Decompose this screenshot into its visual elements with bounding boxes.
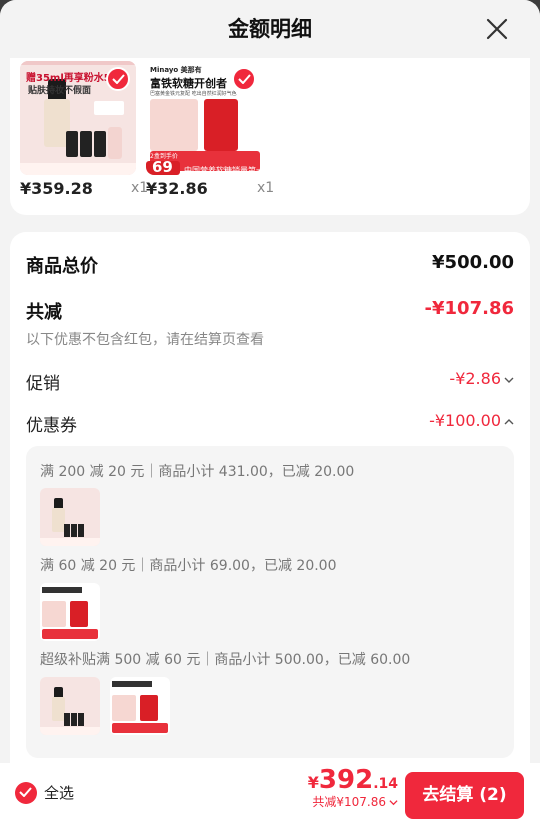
total-price-value: ¥500.00 — [432, 252, 514, 273]
gummy-thumbnail — [110, 677, 170, 735]
foundation-thumbnail — [40, 488, 100, 546]
product-item-minayo[interactable]: Minayo 美那有 富铁软糖开创者 巴塞黄金铁元复配 吃出自然红润好气色 2盒… — [146, 61, 274, 198]
checkout-total[interactable]: ¥392.14 共减¥107.86 — [308, 765, 398, 810]
total-decimal: .14 — [373, 776, 398, 792]
checkmark-icon — [112, 74, 125, 84]
product-checkbox[interactable] — [106, 67, 130, 91]
amount-detail-sheet: 金额明细 赠35ml再享粉水5 贴肤持妆不假面 ¥359.28 x1 Minay… — [0, 0, 540, 823]
select-all-checkbox[interactable] — [15, 782, 37, 804]
product-footer-text: 中国营养软糖销量第一 — [184, 166, 262, 175]
coupon-line: 满 200 减 20 元｜商品小计 431.00，已减 20.00 — [40, 464, 355, 480]
coupon-product-thumb-minayo — [110, 677, 170, 735]
gummy-thumbnail — [40, 583, 100, 641]
chevron-up-icon — [504, 418, 514, 424]
coupon-line: 超级补贴满 500 减 60 元｜商品小计 500.00，已减 60.00 — [40, 652, 411, 668]
sheet-title: 金额明细 — [228, 17, 312, 41]
promo-text-line2: 贴肤持妆不假面 — [28, 86, 92, 96]
total-integer: 392 — [318, 765, 374, 795]
reduce-value: -¥107.86 — [424, 298, 514, 319]
foundation-thumbnail — [40, 677, 100, 735]
product-checkbox[interactable] — [232, 67, 256, 91]
total-price-row: 商品总价 ¥500.00 — [26, 252, 514, 278]
product-headline: 富铁软糖开创者 — [150, 77, 227, 90]
checkout-button[interactable]: 去结算 (2) — [405, 772, 524, 819]
coupon-value: -¥100.00 — [429, 411, 501, 430]
coupon-detail-panel: 满 200 减 20 元｜商品小计 431.00，已减 20.00 满 60 减… — [26, 446, 514, 758]
currency-symbol: ¥ — [307, 773, 319, 792]
product-list-card: 赠35ml再享粉水5 贴肤持妆不假面 ¥359.28 x1 Minayo 美那有 — [10, 58, 530, 215]
checkmark-icon — [238, 74, 251, 84]
sheet-header: 金额明细 — [0, 0, 540, 58]
reduce-summary: 共减¥107.86 — [312, 795, 386, 809]
product-price: ¥32.86 — [146, 179, 208, 198]
discount-note: 以下优惠不包含红包，请在结算页查看 — [26, 332, 264, 348]
promo-row[interactable]: 促销 -¥2.86 — [26, 369, 514, 394]
product-image-lancome: 赠35ml再享粉水5 贴肤持妆不假面 — [20, 61, 136, 175]
promo-value: -¥2.86 — [449, 369, 501, 388]
brand-text: Minayo 美那有 — [150, 66, 202, 74]
product-qty: x1 — [257, 180, 275, 196]
coupon-label: 优惠券 — [26, 416, 77, 436]
price-breakdown-card: 商品总价 ¥500.00 共减 -¥107.86 以下优惠不包含红包，请在结算页… — [10, 232, 530, 792]
product-item-lancome[interactable]: 赠35ml再享粉水5 贴肤持妆不假面 ¥359.28 x1 — [20, 61, 148, 198]
coupon-row[interactable]: 优惠券 -¥100.00 — [26, 411, 514, 436]
reduce-label: 共减 — [26, 302, 62, 323]
product-image-minayo: Minayo 美那有 富铁软糖开创者 巴塞黄金铁元复配 吃出自然红润好气色 2盒… — [146, 61, 262, 175]
checkout-bar: 全选 ¥392.14 共减¥107.86 去结算 (2) — [0, 763, 540, 823]
coupon-product-thumb-minayo — [40, 583, 100, 641]
chevron-down-icon — [504, 377, 514, 383]
coupon-product-thumb-lancome — [40, 488, 100, 546]
price-badge: 69 — [152, 158, 173, 175]
product-tagline: 巴塞黄金铁元复配 吃出自然红润好气色 — [150, 91, 237, 97]
select-all-label[interactable]: 全选 — [44, 782, 74, 803]
checkmark-icon — [19, 787, 32, 797]
coupon-product-thumb-lancome — [40, 677, 100, 735]
promo-text-line1: 赠35ml再享粉水5 — [26, 73, 111, 84]
chevron-down-icon — [389, 800, 398, 806]
reduce-row: 共减 -¥107.86 — [26, 298, 514, 324]
promo-label: 促销 — [26, 374, 60, 394]
product-price: ¥359.28 — [20, 179, 93, 198]
total-price-label: 商品总价 — [26, 256, 98, 277]
close-icon[interactable] — [484, 16, 510, 42]
coupon-line: 满 60 减 20 元｜商品小计 69.00，已减 20.00 — [40, 558, 337, 574]
